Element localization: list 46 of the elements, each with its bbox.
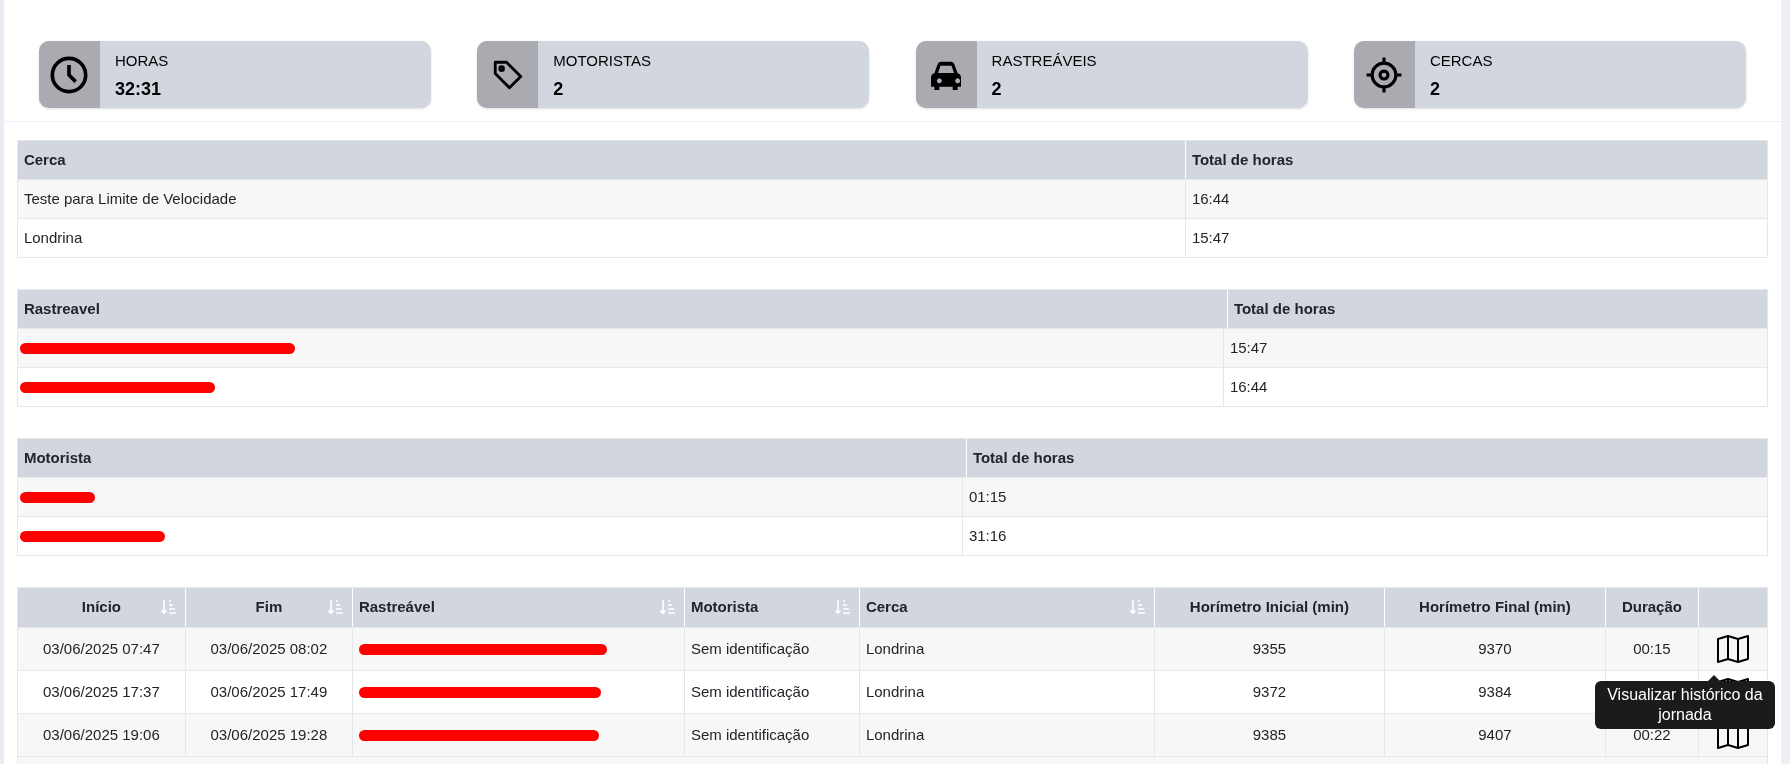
table-cell-text: 03/06/2025 19:28	[210, 724, 328, 745]
table-cell-text: Sem identificação	[690, 638, 810, 659]
table-cell-text: Sem identificação	[690, 724, 810, 745]
stat-value: 32:31	[114, 77, 162, 101]
table-cell-text: 15:47	[1228, 337, 1269, 358]
tooltip: Visualizar histórico da jornada	[1594, 681, 1775, 729]
stat-label: MOTORISTAS	[553, 51, 652, 71]
stat-value: 2	[553, 77, 565, 101]
table-cell-text: 03/06/2025 17:49	[210, 681, 328, 702]
column-header[interactable]: Duração	[1621, 596, 1682, 619]
table-cell-text: 03/06/2025 19:06	[43, 724, 160, 745]
table-cell-text: 03/06/2025 17:37	[43, 681, 160, 702]
table-cell-text: 16:44	[1190, 188, 1231, 209]
stat-value: 2	[991, 77, 1003, 101]
column-header[interactable]: Fim	[255, 596, 283, 619]
column-header[interactable]: Horímetro Final (min)	[1419, 596, 1571, 619]
table-cell-text: 00:15	[1633, 638, 1671, 659]
table-cell-text: 01:15	[967, 486, 1008, 507]
table-cell-text: 9355	[1252, 638, 1287, 659]
table-cell-text: 03/06/2025 08:02	[210, 638, 328, 659]
table-cell-text: 31:16	[967, 525, 1008, 546]
stat-label: RASTREÁVEIS	[991, 51, 1097, 71]
stat-value: 2	[1429, 77, 1441, 101]
table-cell-text: 9370	[1478, 638, 1512, 659]
column-header[interactable]: Horímetro Inicial (min)	[1189, 596, 1349, 619]
table-cell-text: 9385	[1252, 724, 1287, 745]
table-cell-text: 15:47	[1190, 227, 1231, 248]
table-cell-text: Londrina	[865, 638, 925, 659]
table-cell-text: Londrina	[865, 724, 925, 745]
table-cell: Londrina	[17, 219, 1186, 257]
table-cell-text: Sem identificação	[690, 681, 810, 702]
table-cell-text: 16:44	[1228, 376, 1269, 397]
table-cell-text: 9407	[1478, 724, 1512, 745]
column-header[interactable]: Início	[81, 596, 121, 619]
stat-label: HORAS	[114, 51, 169, 71]
column-header[interactable]: Rastreável	[358, 596, 435, 619]
column-header[interactable]: Motorista	[690, 596, 759, 619]
table-cell-text: 9372	[1252, 681, 1287, 702]
stat-label: CERCAS	[1429, 51, 1493, 71]
column-header: Total de horas	[1232, 298, 1337, 319]
table-cell-text: 03/06/2025 07:47	[43, 638, 160, 659]
column-header: Total de horas	[1190, 149, 1295, 170]
column-header: Total de horas	[971, 447, 1076, 468]
column-header[interactable]: Cerca	[865, 596, 908, 619]
table-cell-text: Londrina	[865, 681, 925, 702]
table-cell-text: 9384	[1478, 681, 1512, 702]
